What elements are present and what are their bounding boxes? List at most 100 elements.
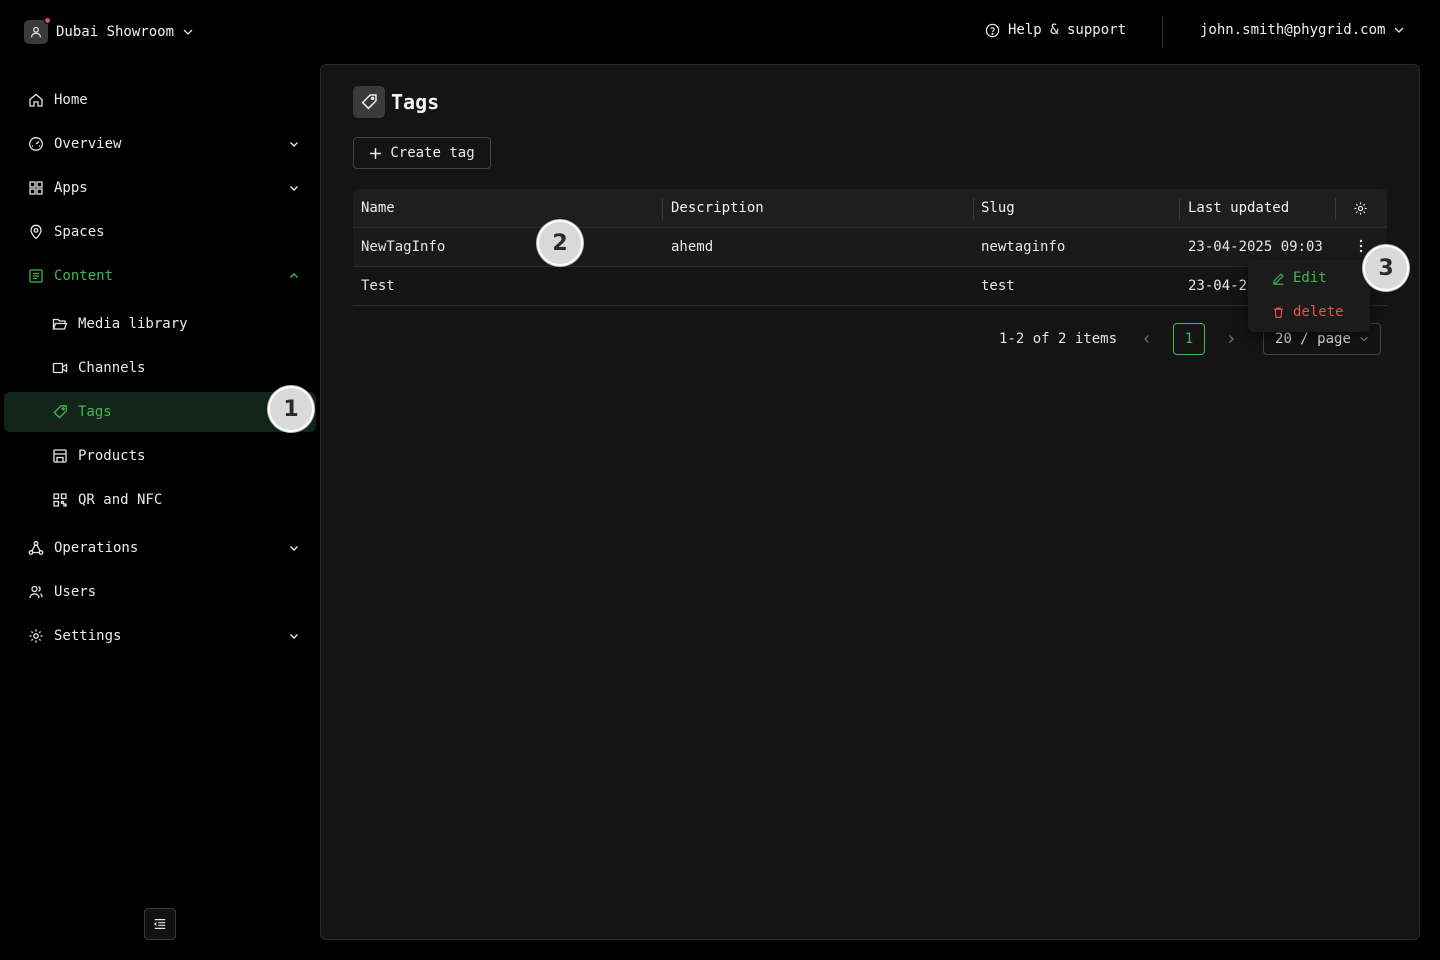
- video-camera-icon: [52, 362, 68, 374]
- title-icon-box: [353, 86, 385, 118]
- pagination-info: 1-2 of 2 items: [999, 331, 1118, 347]
- cell-name: Test: [361, 278, 395, 294]
- gear-icon: [1354, 202, 1367, 215]
- help-support-link[interactable]: Help & support: [985, 22, 1126, 38]
- chevron-down-icon: [290, 546, 298, 551]
- sidebar-item-label: Content: [54, 268, 114, 284]
- help-circle-icon: [985, 23, 1000, 37]
- sidebar-item-apps[interactable]: Apps: [4, 168, 316, 208]
- notification-dot: [44, 17, 51, 24]
- column-divider: [1179, 198, 1180, 220]
- page-number-button[interactable]: 1: [1173, 323, 1206, 355]
- collapse-sidebar-button[interactable]: [144, 908, 176, 940]
- sidebar: Home Overview Apps Spaces Content Media …: [0, 64, 320, 960]
- user-email: john.smith@phygrid.com: [1200, 22, 1386, 38]
- store-icon: [53, 449, 67, 463]
- users-icon: [29, 585, 43, 599]
- sidebar-item-overview[interactable]: Overview: [4, 124, 316, 164]
- chevron-down-icon: [290, 634, 298, 639]
- cell-slug: newtaginfo: [981, 239, 1066, 255]
- network-icon: [28, 541, 44, 555]
- folder-open-icon: [52, 318, 68, 330]
- sidebar-item-channels[interactable]: Channels: [4, 348, 316, 388]
- workspace-avatar: [24, 17, 51, 44]
- chevron-left-icon: [1144, 335, 1149, 343]
- menu-collapse-icon: [153, 919, 166, 929]
- sidebar-item-products[interactable]: Products: [4, 436, 316, 476]
- step-badge-2: 2: [537, 220, 583, 266]
- chevron-down-icon: [290, 142, 298, 147]
- sidebar-item-content[interactable]: Content: [4, 256, 316, 296]
- edit-menu-item[interactable]: Edit: [1272, 266, 1327, 290]
- cell-last-updated: 23-04-20: [1188, 278, 1256, 294]
- sidebar-item-label: Channels: [78, 360, 146, 376]
- sidebar-item-label: QR and NFC: [78, 492, 163, 508]
- delete-menu-item[interactable]: delete: [1272, 300, 1344, 324]
- cell-slug: test: [981, 278, 1015, 294]
- chevron-down-icon: [1360, 336, 1368, 342]
- sidebar-item-label: Overview: [54, 136, 122, 152]
- step-badge-3: 3: [1363, 245, 1409, 291]
- tag-icon: [53, 405, 67, 419]
- trash-icon: [1274, 306, 1283, 318]
- cell-last-updated: 23-04-2025 09:03: [1188, 239, 1323, 255]
- sidebar-item-users[interactable]: Users: [4, 572, 316, 612]
- sidebar-item-label: Users: [54, 584, 97, 600]
- sidebar-item-media-library[interactable]: Media library: [4, 304, 316, 344]
- chevron-down-icon: [183, 29, 193, 35]
- qr-code-icon: [53, 493, 67, 507]
- table-header: Name Description Slug Last updated: [353, 189, 1387, 228]
- gauge-icon: [29, 137, 43, 151]
- tag-icon: [361, 94, 377, 110]
- sidebar-item-label: Operations: [54, 540, 139, 556]
- gear-icon: [29, 629, 43, 643]
- user-icon: [31, 26, 41, 38]
- column-header-last-updated[interactable]: Last updated: [1188, 200, 1289, 216]
- edit-label: Edit: [1293, 270, 1327, 286]
- step-badge-1: 1: [268, 386, 314, 432]
- sidebar-item-label: Spaces: [54, 224, 105, 240]
- location-pin-icon: [30, 224, 42, 240]
- chevron-right-icon: [1229, 335, 1234, 343]
- sidebar-item-spaces[interactable]: Spaces: [4, 212, 316, 252]
- sidebar-item-label: Settings: [54, 628, 122, 644]
- chevron-down-icon: [290, 186, 298, 191]
- create-tag-button[interactable]: Create tag: [353, 137, 491, 169]
- create-tag-label: Create tag: [390, 145, 475, 161]
- sidebar-item-operations[interactable]: Operations: [4, 528, 316, 568]
- column-divider: [662, 198, 663, 220]
- column-header-name[interactable]: Name: [361, 200, 395, 216]
- sidebar-item-qr-nfc[interactable]: QR and NFC: [4, 480, 316, 520]
- table-row[interactable]: Test test 23-04-20: [353, 267, 1387, 306]
- main-panel: Tags Create tag Name Description Slug La…: [320, 64, 1420, 940]
- chevron-up-icon: [290, 273, 298, 278]
- table-row[interactable]: NewTagInfo ahemd newtaginfo 23-04-2025 0…: [353, 228, 1387, 267]
- column-header-slug[interactable]: Slug: [981, 200, 1015, 216]
- next-page-button[interactable]: [1219, 327, 1243, 351]
- home-icon: [29, 93, 43, 107]
- workspace-switcher[interactable]: Dubai Showroom: [24, 17, 194, 44]
- header-divider: [1162, 16, 1163, 48]
- sidebar-item-settings[interactable]: Settings: [4, 616, 316, 656]
- workspace-name: Dubai Showroom: [56, 24, 175, 40]
- table-settings-button[interactable]: [1353, 201, 1369, 217]
- sidebar-item-label: Apps: [54, 180, 88, 196]
- page-title: Tags: [391, 90, 440, 114]
- content-icon: [29, 269, 43, 283]
- column-divider: [973, 198, 974, 220]
- column-divider: [1335, 198, 1336, 220]
- column-header-description[interactable]: Description: [671, 200, 764, 216]
- delete-label: delete: [1293, 304, 1344, 320]
- page-size-value: 20 / page: [1275, 331, 1351, 347]
- sidebar-item-label: Products: [78, 448, 146, 464]
- chevron-down-icon: [1394, 27, 1404, 33]
- pencil-icon: [1273, 272, 1284, 285]
- cell-description: ahemd: [671, 239, 714, 255]
- sidebar-item-label: Home: [54, 92, 88, 108]
- top-bar: Dubai Showroom Help & support john.smith…: [0, 0, 1440, 64]
- user-menu[interactable]: john.smith@phygrid.com: [1200, 22, 1405, 38]
- grid-icon: [29, 181, 43, 195]
- sidebar-item-home[interactable]: Home: [4, 80, 316, 120]
- prev-page-button[interactable]: [1135, 327, 1159, 351]
- cell-name: NewTagInfo: [361, 239, 446, 255]
